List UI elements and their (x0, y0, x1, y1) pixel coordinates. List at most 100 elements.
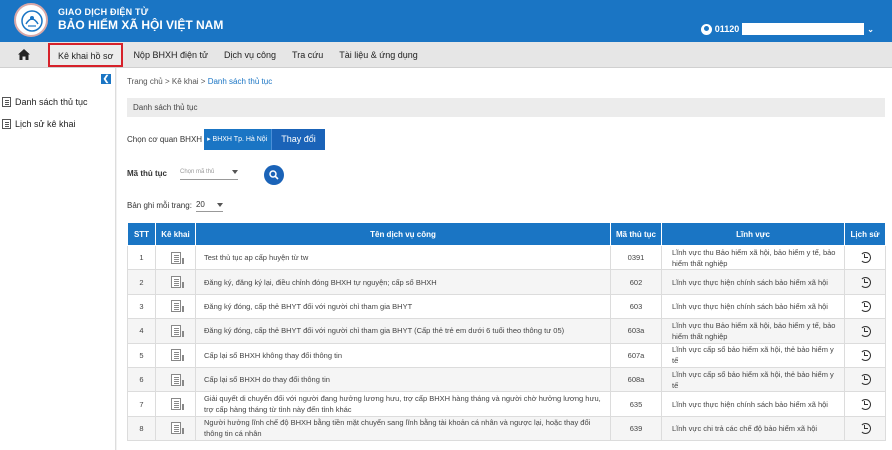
declare-cell (155, 342, 196, 368)
brand-title: GIAO DỊCH ĐIỆN TỬ BẢO HIỂM XÃ HỘI VIỆT N… (58, 7, 223, 32)
menu-tai-lieu-ung-dung[interactable]: Tài liệu & ứng dụng (331, 42, 426, 68)
row-field: Lĩnh vực thực hiện chính sách bảo hiểm x… (661, 269, 845, 295)
row-code: 639 (610, 415, 662, 442)
sidebar-item-danh-sach-thu-tuc[interactable]: Danh sách thủ tục (2, 97, 88, 107)
main-menu: Kê khai hồ sơ Nộp BHXH điện tử Dịch vụ c… (0, 42, 892, 68)
search-icon (269, 170, 279, 180)
row-code: 608a (610, 366, 662, 393)
history-cell (844, 293, 886, 320)
sidebar: ❮ Danh sách thủ tục Lịch sử kê khai (0, 68, 116, 450)
dropdown-arrow-icon (232, 170, 238, 174)
row-stt: 1 (127, 244, 156, 271)
sidebar-item-label: Lịch sử kê khai (15, 119, 76, 129)
agency-value-text: BHXH Tp. Hà Nội (212, 136, 268, 143)
table-row: 7 Giải quyết di chuyển đối với người đan… (127, 391, 886, 417)
breadcrumb: Trang chủ > Kê khai > Danh sách thủ tục (127, 77, 272, 86)
breadcrumb-separator: > (200, 77, 206, 86)
declare-form-icon[interactable] (170, 251, 184, 264)
table-row: 4 Đăng ký đóng, cấp thẻ BHYT đối với ngư… (127, 318, 886, 344)
breadcrumb-home[interactable]: Trang chủ (127, 77, 163, 86)
menu-ke-khai-ho-so[interactable]: Kê khai hồ sơ (48, 42, 124, 67)
history-cell (844, 318, 886, 344)
menu-dich-vu-cong[interactable]: Dịch vụ công (216, 42, 284, 68)
row-service-name: Cấp lại sổ BHXH do thay đổi thông tin (195, 366, 611, 393)
declare-cell (155, 293, 196, 320)
per-page-label: Bản ghi mỗi trang: (127, 201, 192, 210)
row-service-name: Người hưởng lĩnh chế độ BHXH bằng tiền m… (195, 415, 611, 442)
declare-form-icon[interactable] (170, 349, 184, 362)
code-select-placeholder: Chọn mã thủ (180, 169, 215, 175)
history-icon[interactable] (859, 350, 871, 362)
user-icon (700, 23, 712, 35)
declare-form-icon[interactable] (170, 276, 184, 289)
agency-selector: Chọn cơ quan BHXH ▸ BHXH Tp. Hà Nội Thay… (127, 129, 325, 150)
change-agency-button[interactable]: Thay đổi (271, 129, 325, 150)
row-field: Lĩnh vực thực hiện chính sách bảo hiểm x… (661, 391, 845, 417)
code-filter: Mã thủ tục Chọn mã thủ (127, 166, 238, 180)
logo-emblem-icon (21, 10, 43, 32)
history-icon[interactable] (859, 423, 871, 435)
row-code: 603 (610, 293, 662, 320)
declare-cell (155, 391, 196, 417)
brand-line1: GIAO DỊCH ĐIỆN TỬ (58, 7, 149, 17)
row-field: Lĩnh vực thu Bảo hiểm xã hội, bảo hiểm y… (661, 244, 845, 271)
history-icon[interactable] (859, 301, 871, 313)
chevron-down-icon: ⌄ (867, 24, 874, 34)
sidebar-item-lich-su-ke-khai[interactable]: Lịch sử kê khai (2, 119, 76, 129)
row-stt: 2 (127, 269, 156, 295)
row-code: 0391 (610, 244, 662, 271)
breadcrumb-separator: > (164, 77, 170, 86)
declare-form-icon[interactable] (170, 300, 184, 313)
column-header-ten-dich-vu: Tên dịch vụ công (195, 222, 611, 246)
history-cell (844, 415, 886, 442)
table-row: 5 Cấp lại sổ BHXH không thay đổi thông t… (127, 342, 886, 368)
row-stt: 4 (127, 318, 156, 344)
collapse-sidebar-icon[interactable]: ❮ (101, 74, 111, 84)
home-icon[interactable] (0, 42, 48, 68)
menu-nop-bhxh-dien-tu[interactable]: Nộp BHXH điện tử (125, 42, 216, 68)
table-row: 1 Test thủ tục ap cấp huyện từ tw 0391 L… (127, 244, 886, 271)
code-select[interactable]: Chọn mã thủ (180, 166, 238, 180)
history-cell (844, 391, 886, 417)
declare-cell (155, 318, 196, 344)
user-id-prefix: 01120 (714, 24, 740, 34)
history-icon[interactable] (859, 325, 871, 337)
history-icon[interactable] (859, 398, 871, 410)
row-field: Lĩnh vực cấp sổ bảo hiểm xã hội, thẻ bảo… (661, 366, 845, 393)
row-field: Lĩnh vực cấp sổ bảo hiểm xã hội, thẻ bảo… (661, 342, 845, 368)
declare-form-icon[interactable] (170, 422, 184, 435)
breadcrumb-ke-khai[interactable]: Kê khai (172, 77, 199, 86)
declare-cell (155, 244, 196, 271)
document-icon (2, 119, 11, 129)
row-stt: 5 (127, 342, 156, 368)
table-row: 3 Đăng ký đóng, cấp thẻ BHYT đối với ngư… (127, 293, 886, 320)
search-button[interactable] (264, 165, 284, 185)
menu-tra-cuu[interactable]: Tra cứu (284, 42, 331, 68)
per-page-select[interactable]: 20 (195, 199, 223, 212)
declare-cell (155, 269, 196, 295)
table-row: 8 Người hưởng lĩnh chế độ BHXH bằng tiền… (127, 415, 886, 442)
row-service-name: Cấp lại sổ BHXH không thay đổi thông tin (195, 342, 611, 368)
history-cell (844, 269, 886, 295)
history-icon[interactable] (859, 374, 871, 386)
row-field: Lĩnh vực chi trả các chế độ bảo hiểm xã … (661, 415, 845, 442)
declare-form-icon[interactable] (170, 398, 184, 411)
vss-logo[interactable] (14, 3, 48, 37)
declare-form-icon[interactable] (170, 324, 184, 337)
section-title: Danh sách thủ tục (127, 98, 885, 117)
breadcrumb-current: Danh sách thủ tục (207, 77, 273, 86)
column-header-stt: STT (127, 222, 156, 246)
per-page-filter: Bản ghi mỗi trang: 20 (127, 199, 223, 212)
column-header-ke-khai: Kê khai (155, 222, 196, 246)
column-header-ma-thu-tuc: Mã thủ tục (610, 222, 662, 246)
agency-label: Chọn cơ quan BHXH (127, 135, 203, 144)
user-menu[interactable]: 01120 ⌄ (700, 23, 874, 35)
declare-form-icon[interactable] (170, 373, 184, 386)
history-icon[interactable] (859, 276, 871, 288)
row-field: Lĩnh vực thực hiện chính sách bảo hiểm x… (661, 293, 845, 320)
declare-cell (155, 415, 196, 442)
brand-line2: BẢO HIỂM XÃ HỘI VIỆT NAM (58, 18, 224, 32)
row-service-name: Đăng ký đóng, cấp thẻ BHYT đối với người… (195, 318, 611, 344)
history-cell (844, 244, 886, 271)
history-icon[interactable] (859, 252, 871, 264)
